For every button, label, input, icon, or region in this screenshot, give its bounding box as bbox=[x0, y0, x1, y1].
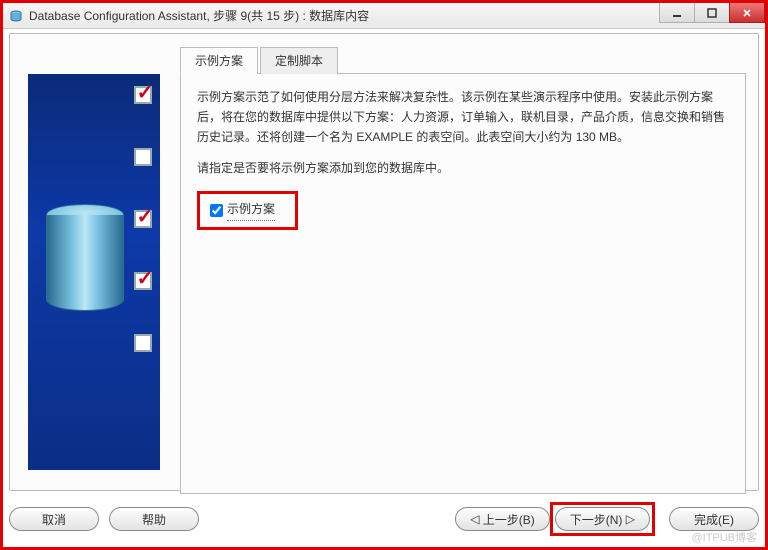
app-icon bbox=[9, 9, 23, 23]
next-button-highlight: 下一步(N) ▷ bbox=[550, 502, 655, 536]
content-area: 示例方案 定制脚本 示例方案示范了如何使用分层方法来解决复杂性。该示例在某些演示… bbox=[180, 46, 746, 478]
step-indicator bbox=[134, 334, 152, 352]
back-button[interactable]: ◁ 上一步(B) bbox=[455, 507, 550, 531]
tab-pane: 示例方案示范了如何使用分层方法来解决复杂性。该示例在某些演示程序中使用。安装此示… bbox=[180, 74, 746, 494]
chevron-left-icon: ◁ bbox=[470, 512, 483, 526]
finish-button[interactable]: 完成(E) bbox=[669, 507, 759, 531]
tab-custom-scripts[interactable]: 定制脚本 bbox=[260, 47, 338, 74]
wizard-footer: 取消 帮助 ◁ 上一步(B) 下一步(N) ▷ 完成(E) bbox=[9, 501, 759, 537]
next-button[interactable]: 下一步(N) ▷ bbox=[555, 507, 650, 531]
client-area: ✓ ✓ ✓ 示例方案 定制脚本 示例方案示范了如何使用分层方法来解决复杂性。该示… bbox=[9, 33, 759, 491]
tab-bar: 示例方案 定制脚本 bbox=[180, 46, 746, 74]
maximize-button[interactable] bbox=[694, 3, 730, 23]
step-indicator: ✓ bbox=[134, 272, 152, 290]
wizard-sidebar: ✓ ✓ ✓ bbox=[28, 74, 160, 470]
sample-schema-label: 示例方案 bbox=[227, 200, 275, 221]
sample-schema-checkbox[interactable] bbox=[210, 204, 223, 217]
description-text: 示例方案示范了如何使用分层方法来解决复杂性。该示例在某些演示程序中使用。安装此示… bbox=[197, 88, 729, 147]
chevron-right-icon: ▷ bbox=[622, 512, 635, 526]
step-indicator-column: ✓ ✓ ✓ bbox=[134, 86, 152, 396]
window-title: Database Configuration Assistant, 步骤 9(共… bbox=[29, 7, 369, 24]
window-controls bbox=[660, 3, 765, 23]
minimize-button[interactable] bbox=[659, 3, 695, 23]
database-icon bbox=[46, 204, 124, 311]
watermark: @ITPUB博客 bbox=[691, 529, 757, 545]
checkmark-icon: ✓ bbox=[137, 269, 154, 289]
step-indicator bbox=[134, 148, 152, 166]
cancel-button[interactable]: 取消 bbox=[9, 507, 99, 531]
checkmark-icon: ✓ bbox=[137, 207, 154, 227]
help-button[interactable]: 帮助 bbox=[109, 507, 199, 531]
step-indicator: ✓ bbox=[134, 86, 152, 104]
prompt-text: 请指定是否要将示例方案添加到您的数据库中。 bbox=[197, 159, 729, 179]
tab-sample-schemas[interactable]: 示例方案 bbox=[180, 47, 258, 74]
titlebar: Database Configuration Assistant, 步骤 9(共… bbox=[3, 3, 765, 29]
step-indicator: ✓ bbox=[134, 210, 152, 228]
sample-schema-option: 示例方案 bbox=[197, 191, 298, 230]
close-button[interactable] bbox=[729, 3, 765, 23]
checkmark-icon: ✓ bbox=[137, 83, 154, 103]
window-frame: Database Configuration Assistant, 步骤 9(共… bbox=[0, 0, 768, 550]
